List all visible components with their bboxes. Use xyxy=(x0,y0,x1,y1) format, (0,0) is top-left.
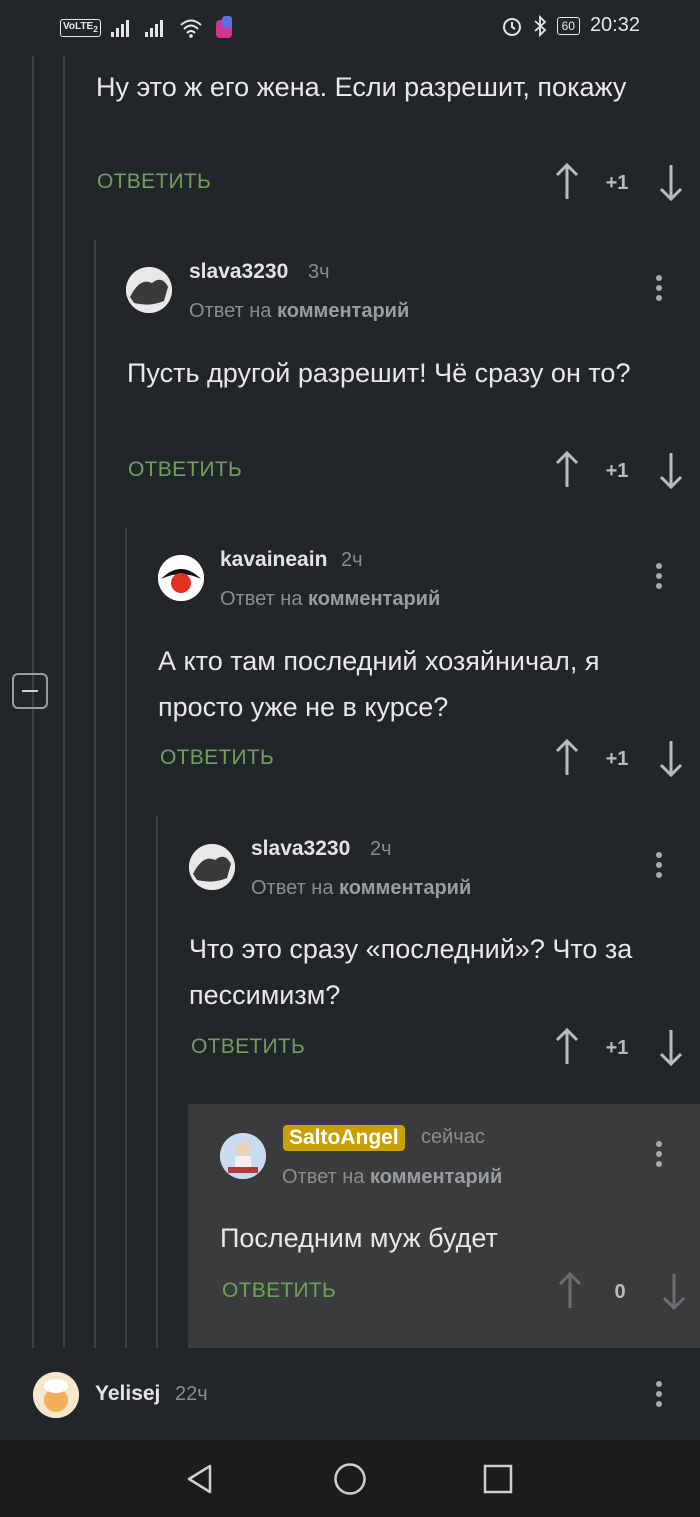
reply-to-link[interactable]: комментарий xyxy=(339,877,471,899)
thread-line xyxy=(63,56,65,1348)
timestamp: 2ч xyxy=(341,549,363,571)
status-left: VoLTE2 xyxy=(60,16,235,40)
thread-line xyxy=(94,240,96,1348)
arrow-down-icon[interactable] xyxy=(658,451,684,489)
more-vertical-icon[interactable] xyxy=(653,1379,663,1409)
timestamp: 3ч xyxy=(308,261,330,283)
avatar[interactable] xyxy=(158,555,204,601)
vote-controls: 0 xyxy=(557,1272,687,1312)
vote-score: +1 xyxy=(605,460,629,482)
avatar[interactable] xyxy=(189,844,235,890)
reply-button[interactable]: ОТВЕТИТЬ xyxy=(191,1035,305,1059)
arrow-up-icon[interactable] xyxy=(554,451,580,489)
arrow-up-icon[interactable] xyxy=(554,163,580,201)
arrow-down-icon[interactable] xyxy=(658,1028,684,1066)
username[interactable]: kavaineain xyxy=(220,548,327,572)
more-vertical-icon[interactable] xyxy=(653,561,663,591)
reply-button[interactable]: ОТВЕТИТЬ xyxy=(97,170,211,194)
timestamp: 22ч xyxy=(175,1383,208,1405)
username[interactable]: Yelisej xyxy=(95,1382,160,1406)
status-bar: VoLTE2 60 20:32 xyxy=(0,0,700,56)
timestamp: сейчас xyxy=(421,1126,485,1148)
arrow-down-icon[interactable] xyxy=(661,1272,687,1310)
arrow-up-icon[interactable] xyxy=(554,1028,580,1066)
avatar[interactable] xyxy=(126,267,172,313)
wifi-icon xyxy=(180,19,202,38)
reply-button[interactable]: ОТВЕТИТЬ xyxy=(160,746,274,770)
vote-controls: +1 xyxy=(554,1028,684,1068)
avatar[interactable] xyxy=(220,1133,266,1179)
reply-button[interactable]: ОТВЕТИТЬ xyxy=(128,458,242,482)
signal-icon xyxy=(110,19,135,37)
more-vertical-icon[interactable] xyxy=(653,1139,663,1169)
vote-score: 0 xyxy=(614,1281,626,1303)
reply-to-link[interactable]: комментарий xyxy=(308,588,440,610)
vote-score: +1 xyxy=(605,172,629,194)
arrow-up-icon[interactable] xyxy=(557,1272,583,1310)
comment-text: А кто там последний хозяйничал, я просто… xyxy=(158,646,600,722)
reply-button[interactable]: ОТВЕТИТЬ xyxy=(222,1279,336,1303)
arrow-down-icon[interactable] xyxy=(658,739,684,777)
recent-square-icon[interactable] xyxy=(483,1464,513,1494)
reply-to-line: Ответ на комментарий xyxy=(189,300,410,322)
arrow-up-icon[interactable] xyxy=(554,739,580,777)
signal-icon-2 xyxy=(144,19,169,37)
app-notification-icon xyxy=(215,16,232,38)
thread-line xyxy=(125,528,127,1348)
avatar[interactable] xyxy=(33,1372,79,1418)
home-circle-icon[interactable] xyxy=(333,1462,367,1496)
alarm-icon xyxy=(502,17,521,36)
thread-line xyxy=(156,816,158,1348)
vote-controls: +1 xyxy=(554,163,684,203)
reply-to-link[interactable]: комментарий xyxy=(370,1166,502,1188)
battery-indicator: 60 xyxy=(556,16,580,35)
vote-controls: +1 xyxy=(554,739,684,779)
comment-text: Последним муж будет xyxy=(220,1223,498,1253)
username[interactable]: slava3230 xyxy=(251,837,350,861)
username[interactable]: slava3230 xyxy=(189,260,288,284)
back-triangle-icon[interactable] xyxy=(184,1463,216,1495)
collapse-minus-icon xyxy=(22,690,38,692)
reply-to-link[interactable]: комментарий xyxy=(277,300,409,322)
system-nav-bar xyxy=(0,1440,700,1517)
timestamp: 2ч xyxy=(370,838,392,860)
clock: 20:32 xyxy=(589,14,640,36)
arrow-down-icon[interactable] xyxy=(658,163,684,201)
reply-to-line: Ответ на комментарий xyxy=(220,588,441,610)
username-own[interactable]: SaltoAngel xyxy=(283,1125,405,1151)
reply-to-line: Ответ на комментарий xyxy=(282,1166,503,1188)
reply-to-line: Ответ на комментарий xyxy=(251,877,472,899)
bluetooth-icon xyxy=(533,14,546,37)
collapse-thread-button[interactable] xyxy=(12,673,48,709)
vote-score: +1 xyxy=(605,748,629,770)
volte-indicator: VoLTE2 xyxy=(60,19,101,37)
comment-text: Что это сразу «последний»? Что за пессим… xyxy=(189,934,633,1010)
more-vertical-icon[interactable] xyxy=(653,273,663,303)
vote-score: +1 xyxy=(605,1037,629,1059)
comment-text: Ну это ж его жена. Если разрешит, покажу xyxy=(96,72,627,102)
comment-text: Пусть другой разрешит! Чё сразу он то? xyxy=(127,358,631,388)
more-vertical-icon[interactable] xyxy=(653,850,663,880)
vote-controls: +1 xyxy=(554,451,684,491)
status-right: 60 20:32 xyxy=(501,14,640,37)
